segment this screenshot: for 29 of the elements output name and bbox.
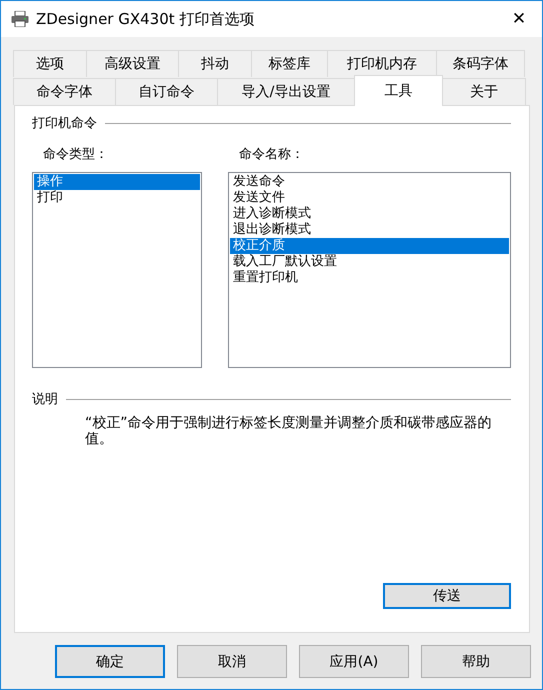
dialog-button[interactable]: 帮助: [421, 645, 531, 678]
dialog-button[interactable]: 确定: [55, 645, 165, 678]
tab[interactable]: 工具: [354, 75, 443, 106]
list-box[interactable]: 发送命令 发送文件 进入诊断模式 退出诊断模式 校正介质 载入工厂默认设置 重置打印机: [228, 172, 511, 368]
list-item[interactable]: 进入诊断模式: [230, 206, 509, 222]
send-button[interactable]: 传送: [383, 583, 511, 609]
list-item[interactable]: 发送文件: [230, 190, 509, 206]
group-title: 说明: [32, 391, 58, 408]
tab[interactable]: 选项: [13, 50, 87, 77]
description-text: “校正”命令用于强制进行标签长度测量并调整介质和碳带感应器的值。: [85, 415, 493, 447]
group-title: 打印机命令: [32, 115, 97, 132]
list-item[interactable]: 打印: [34, 190, 200, 206]
window-title: ZDesigner GX430t 打印首选项: [36, 10, 256, 28]
list-item[interactable]: 校正介质: [230, 238, 509, 254]
field-label: 命令名称：: [239, 146, 305, 163]
close-button[interactable]: ✕: [496, 9, 542, 29]
list-item[interactable]: 载入工厂默认设置: [230, 254, 509, 270]
tab[interactable]: 关于: [442, 78, 526, 105]
dialog-button[interactable]: 取消: [177, 645, 287, 678]
list-item[interactable]: 发送命令: [230, 174, 509, 190]
field-label: 命令类型：: [43, 146, 109, 163]
dialog-button[interactable]: 应用(A): [299, 645, 409, 678]
list-item[interactable]: 操作: [34, 174, 200, 190]
printer-icon: [11, 11, 29, 27]
list-box[interactable]: 操作 打印: [32, 172, 202, 368]
tab[interactable]: 条码字体: [436, 50, 525, 77]
list-item[interactable]: 重置打印机: [230, 270, 509, 286]
tab[interactable]: 命令字体: [13, 78, 116, 105]
list-item[interactable]: 退出诊断模式: [230, 222, 509, 238]
